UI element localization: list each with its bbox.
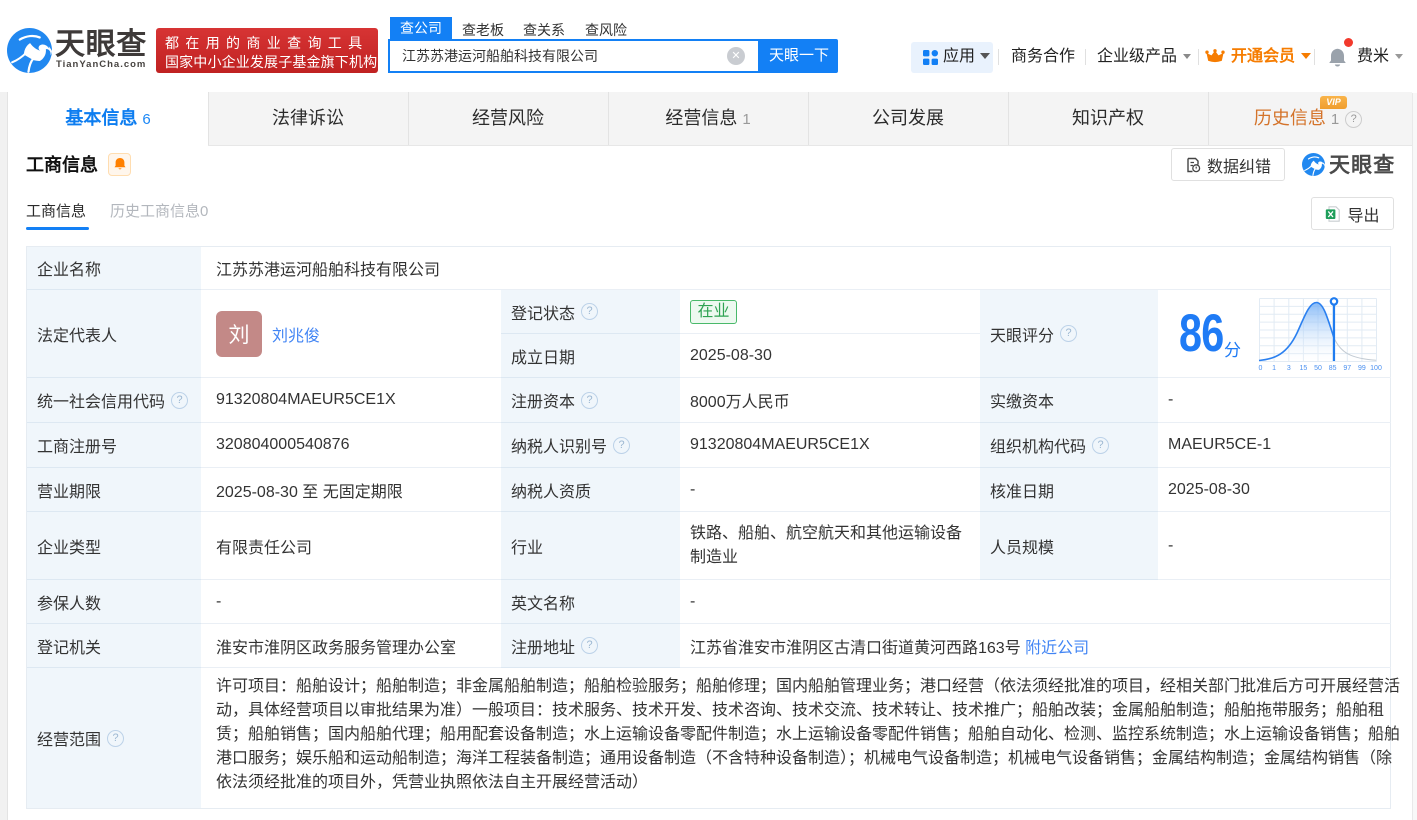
svg-text:1: 1 xyxy=(1272,365,1276,372)
svg-text:15: 15 xyxy=(1300,365,1308,372)
svg-text:100: 100 xyxy=(1370,365,1382,372)
svg-text:85: 85 xyxy=(1329,365,1337,372)
svg-text:0: 0 xyxy=(1259,365,1263,372)
svg-text:97: 97 xyxy=(1343,365,1351,372)
svg-text:3: 3 xyxy=(1287,365,1291,372)
svg-text:99: 99 xyxy=(1358,365,1366,372)
svg-text:50: 50 xyxy=(1314,365,1322,372)
